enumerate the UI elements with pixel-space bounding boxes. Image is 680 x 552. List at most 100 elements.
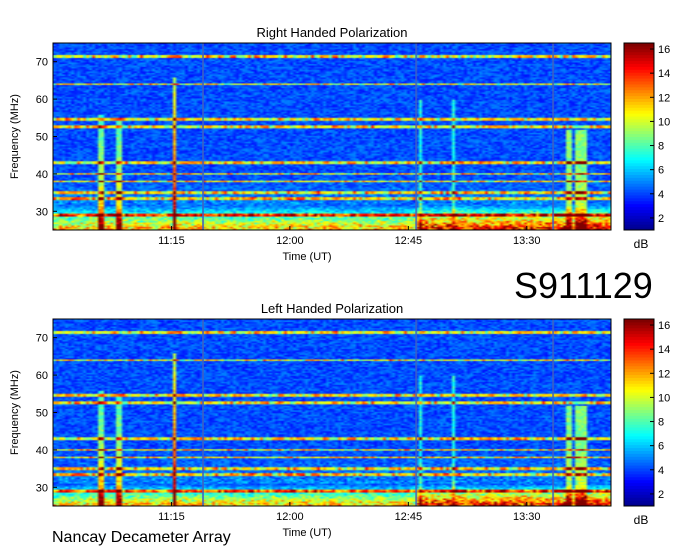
colorbar-step	[624, 183, 654, 187]
colorbar-step	[624, 447, 654, 451]
y-tick-label: 30	[36, 206, 48, 218]
colorbar-step	[624, 339, 654, 343]
colorbar-step	[624, 380, 654, 384]
colorbar-step	[624, 333, 654, 338]
colorbar-step	[624, 127, 654, 132]
colorbar-step	[624, 145, 654, 149]
gap-column	[552, 319, 555, 506]
colorbar-step	[624, 482, 654, 487]
y-axis-label: Frequency (MHz)	[9, 94, 21, 179]
chart-title: Left Handed Polarization	[261, 301, 403, 316]
colorbar-step	[624, 327, 654, 332]
colorbar-tick-label: 16	[658, 44, 670, 56]
colorbar-step	[624, 194, 654, 199]
colorbar-step	[624, 124, 654, 129]
colorbar-step	[624, 168, 654, 173]
colorbar-step	[624, 345, 654, 349]
colorbar-step	[624, 98, 654, 102]
colorbar-step	[624, 165, 654, 170]
colorbar-step	[624, 118, 654, 123]
colorbar-step	[624, 189, 654, 193]
colorbar-step	[624, 424, 654, 428]
colorbar-step	[624, 221, 654, 225]
colorbar-step	[624, 476, 654, 481]
colorbar-step	[624, 89, 654, 94]
colorbar-step	[624, 389, 654, 393]
x-axis-label: Time (UT)	[282, 527, 331, 539]
y-axis-label: Frequency (MHz)	[9, 370, 21, 455]
colorbar-step	[624, 116, 654, 120]
colorbar-step	[624, 86, 654, 91]
colorbar-step	[624, 206, 654, 211]
y-tick-label: 70	[36, 333, 48, 345]
colorbar-step	[624, 321, 654, 326]
y-tick-label: 30	[36, 482, 48, 494]
colorbar-step	[624, 218, 654, 222]
instrument-name: Nancay Decameter Array	[52, 529, 231, 546]
x-tick-label: 11:15	[158, 235, 185, 247]
colorbar-step	[624, 200, 654, 205]
colorbar-step	[624, 403, 654, 408]
colorbar-step	[624, 192, 654, 196]
colorbar-step	[624, 365, 654, 370]
colorbar-step	[624, 130, 654, 135]
colorbar-step	[624, 174, 654, 178]
colorbar-step	[624, 60, 654, 64]
colorbar-step	[624, 342, 654, 346]
colorbar-step	[624, 368, 654, 373]
x-tick-label: 13:30	[513, 235, 541, 247]
colorbar-step	[624, 186, 654, 190]
colorbar-step	[624, 394, 654, 399]
colorbar-step	[624, 444, 654, 449]
colorbar-step	[624, 462, 654, 466]
colorbar-step	[624, 177, 654, 181]
colorbar-step	[624, 348, 654, 352]
colorbar-step	[624, 121, 654, 126]
y-tick-label: 60	[36, 94, 48, 106]
colorbar-step	[624, 494, 654, 498]
colorbar-step	[624, 473, 654, 478]
y-tick-label: 40	[36, 169, 48, 181]
colorbar-tick-label: 16	[658, 320, 670, 332]
colorbar-step	[624, 51, 654, 56]
colorbar-step	[624, 421, 654, 425]
gap-column	[202, 319, 205, 506]
gap-column	[415, 43, 418, 230]
colorbar-step	[624, 151, 654, 155]
colorbar-step	[624, 69, 654, 73]
colorbar: 2 4 6 8 10 12 14 16 dB	[623, 42, 670, 251]
colorbar-tick-label: 10	[658, 392, 670, 404]
colorbar-tick-label: 10	[658, 116, 670, 128]
colorbar-step	[624, 148, 654, 152]
colorbar-step	[624, 139, 654, 143]
y-tick-label: 60	[36, 370, 48, 382]
spectrogram-raster	[53, 319, 611, 506]
colorbar-step	[624, 319, 654, 323]
colorbar-tick-label: 4	[658, 189, 664, 201]
colorbar-step	[624, 488, 654, 492]
x-tick-label: 12:00	[276, 511, 304, 523]
colorbar-step	[624, 101, 654, 105]
colorbar-step	[624, 354, 654, 358]
x-tick-label: 12:45	[395, 235, 423, 247]
colorbar-step	[624, 212, 654, 216]
y-tick-label: 40	[36, 445, 48, 457]
y-tick-label: 70	[36, 57, 48, 69]
colorbar-tick-label: 4	[658, 465, 664, 477]
colorbar-label: dB	[634, 237, 649, 251]
colorbar-step	[624, 324, 654, 329]
colorbar-step	[624, 66, 654, 70]
colorbar-label: dB	[634, 513, 649, 527]
colorbar-step	[624, 57, 654, 62]
colorbar-step	[624, 154, 654, 158]
colorbar-step	[624, 430, 654, 434]
x-tick-label: 13:30	[513, 511, 541, 523]
colorbar-step	[624, 479, 654, 484]
colorbar-step	[624, 63, 654, 67]
colorbar-tick-label: 12	[658, 368, 670, 380]
colorbar-step	[624, 78, 654, 82]
colorbar-step	[624, 95, 654, 100]
colorbar-step	[624, 374, 654, 378]
colorbar-step	[624, 92, 654, 97]
y-tick-label: 50	[36, 408, 48, 420]
